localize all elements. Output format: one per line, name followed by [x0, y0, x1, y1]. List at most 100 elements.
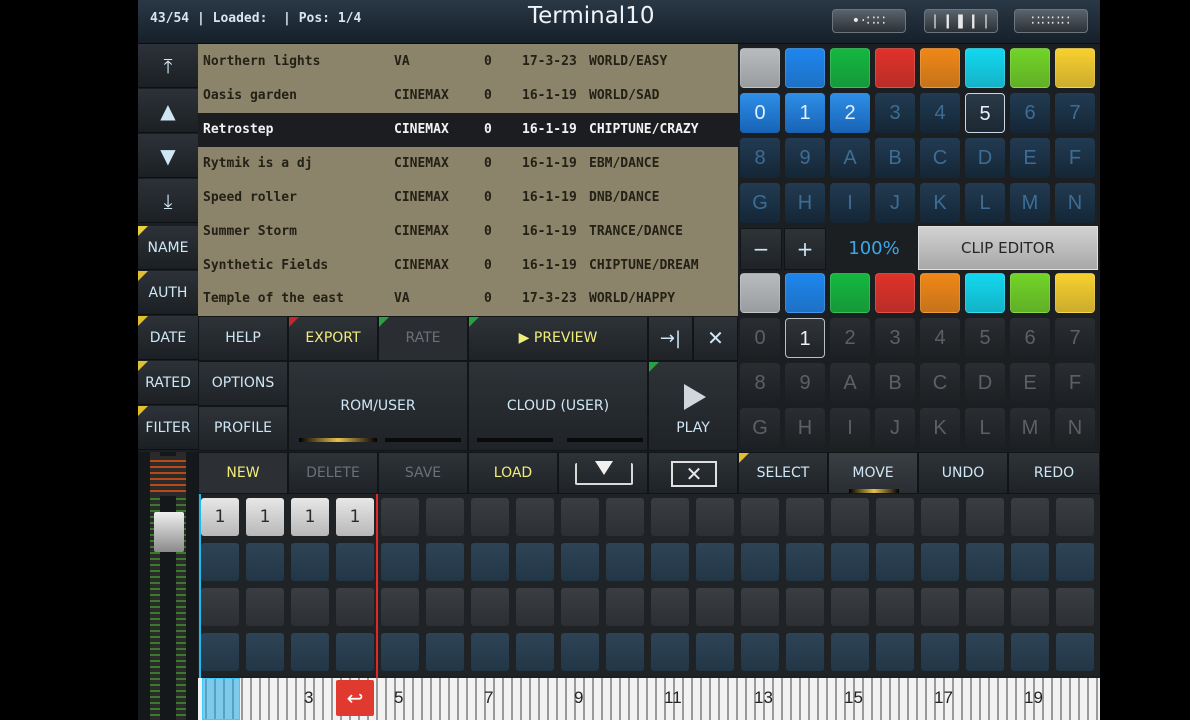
sequencer-cell[interactable] — [651, 633, 689, 671]
sequencer-cell[interactable] — [606, 633, 644, 671]
sequencer-cell[interactable] — [336, 633, 374, 671]
color-pad[interactable] — [830, 273, 870, 313]
pattern-pad[interactable]: 7 — [1055, 318, 1095, 358]
sequencer-cell[interactable] — [966, 633, 1004, 671]
pattern-pad[interactable]: N — [1055, 183, 1095, 223]
sequencer-cell[interactable] — [876, 543, 914, 581]
help-button[interactable]: HELP — [198, 316, 288, 361]
scroll-bottom-button[interactable]: ⤓ — [138, 179, 198, 223]
scroll-up-button[interactable]: ▲ — [138, 89, 198, 133]
sequencer-cell[interactable] — [696, 498, 734, 536]
color-pad[interactable] — [1055, 48, 1095, 88]
clip-cell[interactable]: 1 — [246, 498, 284, 536]
sequencer-cell[interactable] — [741, 543, 779, 581]
pattern-pad[interactable]: 9 — [785, 363, 825, 403]
rom-user-button[interactable]: ROM/USER — [288, 361, 468, 451]
sequencer-cell[interactable] — [1056, 498, 1094, 536]
sequencer-cell[interactable] — [201, 543, 239, 581]
play-button[interactable]: PLAY — [648, 361, 738, 451]
sequencer-cell[interactable] — [201, 588, 239, 626]
sequencer-cell[interactable] — [741, 498, 779, 536]
sequencer-cell[interactable] — [291, 588, 329, 626]
pattern-pad[interactable]: 6 — [1010, 318, 1050, 358]
sequencer-cell[interactable] — [246, 633, 284, 671]
sort-author-button[interactable]: AUTH — [138, 271, 198, 315]
sort-rated-button[interactable]: RATED — [138, 361, 198, 405]
sequencer-cell[interactable] — [831, 498, 869, 536]
save-button[interactable]: SAVE — [378, 452, 468, 494]
pattern-pad[interactable]: G — [740, 408, 780, 448]
plus-button[interactable]: + — [784, 228, 826, 270]
scroll-top-button[interactable]: ⤒ — [138, 44, 198, 88]
options-button[interactable]: OPTIONS — [198, 361, 288, 406]
timeline-ruler[interactable]: 3 5 7 9 11 13 15 17 19 — [198, 678, 1100, 720]
sequencer-cell[interactable] — [381, 633, 419, 671]
sequencer-cell[interactable] — [696, 633, 734, 671]
sequencer-cell[interactable] — [1011, 498, 1049, 536]
sequencer-cell[interactable] — [966, 588, 1004, 626]
color-pad[interactable] — [965, 48, 1005, 88]
pattern-pad[interactable]: E — [1010, 363, 1050, 403]
list-item[interactable]: Oasis garden CINEMAX 0 16-1-19 WORLD/SAD — [198, 79, 738, 113]
pattern-pad[interactable]: L — [965, 408, 1005, 448]
pattern-pad[interactable]: A — [830, 138, 870, 178]
sequencer-cell[interactable] — [516, 633, 554, 671]
pattern-pad[interactable]: M — [1010, 408, 1050, 448]
sequencer-cell[interactable] — [786, 633, 824, 671]
pattern-pad[interactable]: K — [920, 183, 960, 223]
pattern-pad[interactable]: 5 — [965, 93, 1005, 133]
preview-button[interactable]: ▶ PREVIEW — [468, 316, 648, 361]
color-pad[interactable] — [875, 48, 915, 88]
pattern-pad[interactable]: 3 — [875, 93, 915, 133]
list-item[interactable]: Synthetic Fields CINEMAX 0 16-1-19 CHIPTUNE/… — [198, 249, 738, 283]
sequencer-cell[interactable] — [831, 633, 869, 671]
clip-cell[interactable]: 1 — [291, 498, 329, 536]
sequencer-cell[interactable] — [336, 588, 374, 626]
color-pad[interactable] — [875, 273, 915, 313]
color-pad[interactable] — [1010, 273, 1050, 313]
sequencer-cell[interactable] — [246, 543, 284, 581]
sequencer-cell[interactable] — [1011, 588, 1049, 626]
sequencer-cell[interactable] — [471, 633, 509, 671]
pattern-pad[interactable]: 9 — [785, 138, 825, 178]
color-pad[interactable] — [740, 48, 780, 88]
pattern-pad[interactable]: L — [965, 183, 1005, 223]
waveform-mode-button[interactable]: ❘❙❚❙❘ — [924, 9, 998, 33]
pattern-pad[interactable]: A — [830, 363, 870, 403]
pattern-pad[interactable]: J — [875, 183, 915, 223]
goto-button[interactable]: →| — [648, 316, 693, 361]
minus-button[interactable]: − — [740, 228, 782, 270]
list-item[interactable]: Speed roller CINEMAX 0 16-1-19 DNB/DANCE — [198, 181, 738, 215]
sequencer-cell[interactable] — [741, 633, 779, 671]
color-pad[interactable] — [1010, 48, 1050, 88]
list-item[interactable]: Temple of the east VA 0 17-3-23 WORLD/HAPPY — [198, 282, 738, 316]
sequencer-cell[interactable] — [516, 588, 554, 626]
sequencer-cell[interactable] — [1011, 543, 1049, 581]
sequencer-cell[interactable] — [1056, 633, 1094, 671]
filter-button[interactable]: FILTER — [138, 406, 198, 450]
pattern-pad[interactable]: 3 — [875, 318, 915, 358]
sequencer-cell[interactable] — [561, 498, 599, 536]
pattern-pad[interactable]: H — [785, 408, 825, 448]
sequencer-cell[interactable] — [921, 588, 959, 626]
color-pad[interactable] — [785, 48, 825, 88]
color-pad[interactable] — [920, 48, 960, 88]
sequencer-cell[interactable] — [516, 498, 554, 536]
sequencer-cell[interactable] — [561, 543, 599, 581]
pattern-pad[interactable]: H — [785, 183, 825, 223]
pattern-pad[interactable]: I — [830, 183, 870, 223]
sequencer-cell[interactable] — [876, 588, 914, 626]
sequencer-cell[interactable] — [606, 588, 644, 626]
export-button[interactable]: EXPORT — [288, 316, 378, 361]
import-button[interactable] — [558, 452, 648, 494]
pattern-pad[interactable]: B — [875, 138, 915, 178]
sequencer-cell[interactable] — [381, 543, 419, 581]
pattern-pad[interactable]: D — [965, 363, 1005, 403]
list-item[interactable]: Rytmik is a dj CINEMAX 0 16-1-19 EBM/DANCE — [198, 147, 738, 181]
sequencer-cell[interactable] — [786, 498, 824, 536]
sequencer-cell[interactable] — [696, 588, 734, 626]
sequencer-cell[interactable] — [786, 588, 824, 626]
sort-name-button[interactable]: NAME — [138, 226, 198, 270]
pattern-pad[interactable]: 6 — [1010, 93, 1050, 133]
sequencer-cell[interactable] — [471, 498, 509, 536]
